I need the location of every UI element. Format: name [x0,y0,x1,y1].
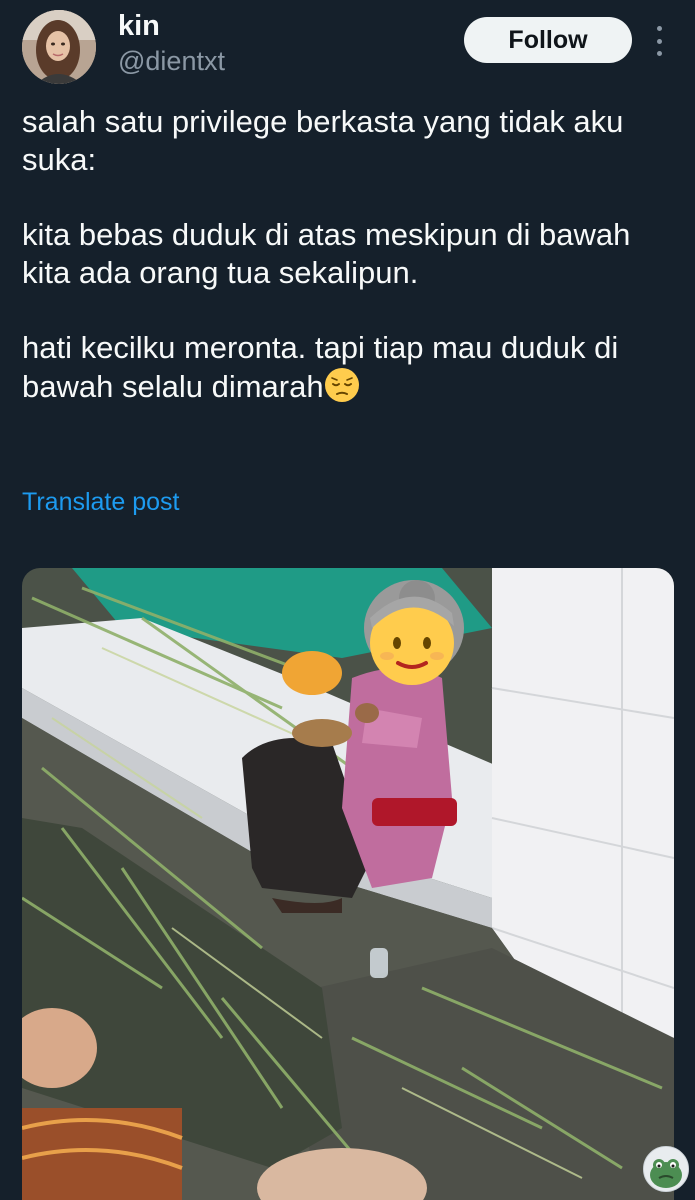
tweet-photo[interactable] [22,568,674,1200]
author-handle[interactable]: @dientxt [118,46,225,77]
tweet-header: kin @dientxt Follow [0,0,695,100]
tweet-paragraph: salah satu privilege berkasta yang tidak… [22,104,624,177]
photo-scene [22,568,674,1200]
tweet-text: salah satu privilege berkasta yang tidak… [22,103,682,406]
tweet-paragraph: hati kecilku meronta. tapi tiap mau dudu… [22,329,682,406]
dot [656,38,662,44]
dot [656,26,662,31]
author-display-name[interactable]: kin [118,10,160,43]
translate-post-link[interactable]: Translate post [22,488,179,517]
more-vertical-icon[interactable] [648,26,670,56]
tweet-paragraph: kita bebas duduk di atas meskipun di baw… [22,217,631,290]
profile-photo [22,10,96,84]
frog-icon [644,1147,688,1191]
viewer-avatar-icon[interactable] [643,1146,689,1192]
tweet-paragraph-text: hati kecilku meronta. tapi tiap mau dudu… [22,330,619,404]
follow-button[interactable]: Follow [464,17,632,63]
pensive-face-emoji [324,368,359,402]
dot [656,51,662,56]
author-avatar[interactable] [22,10,96,84]
